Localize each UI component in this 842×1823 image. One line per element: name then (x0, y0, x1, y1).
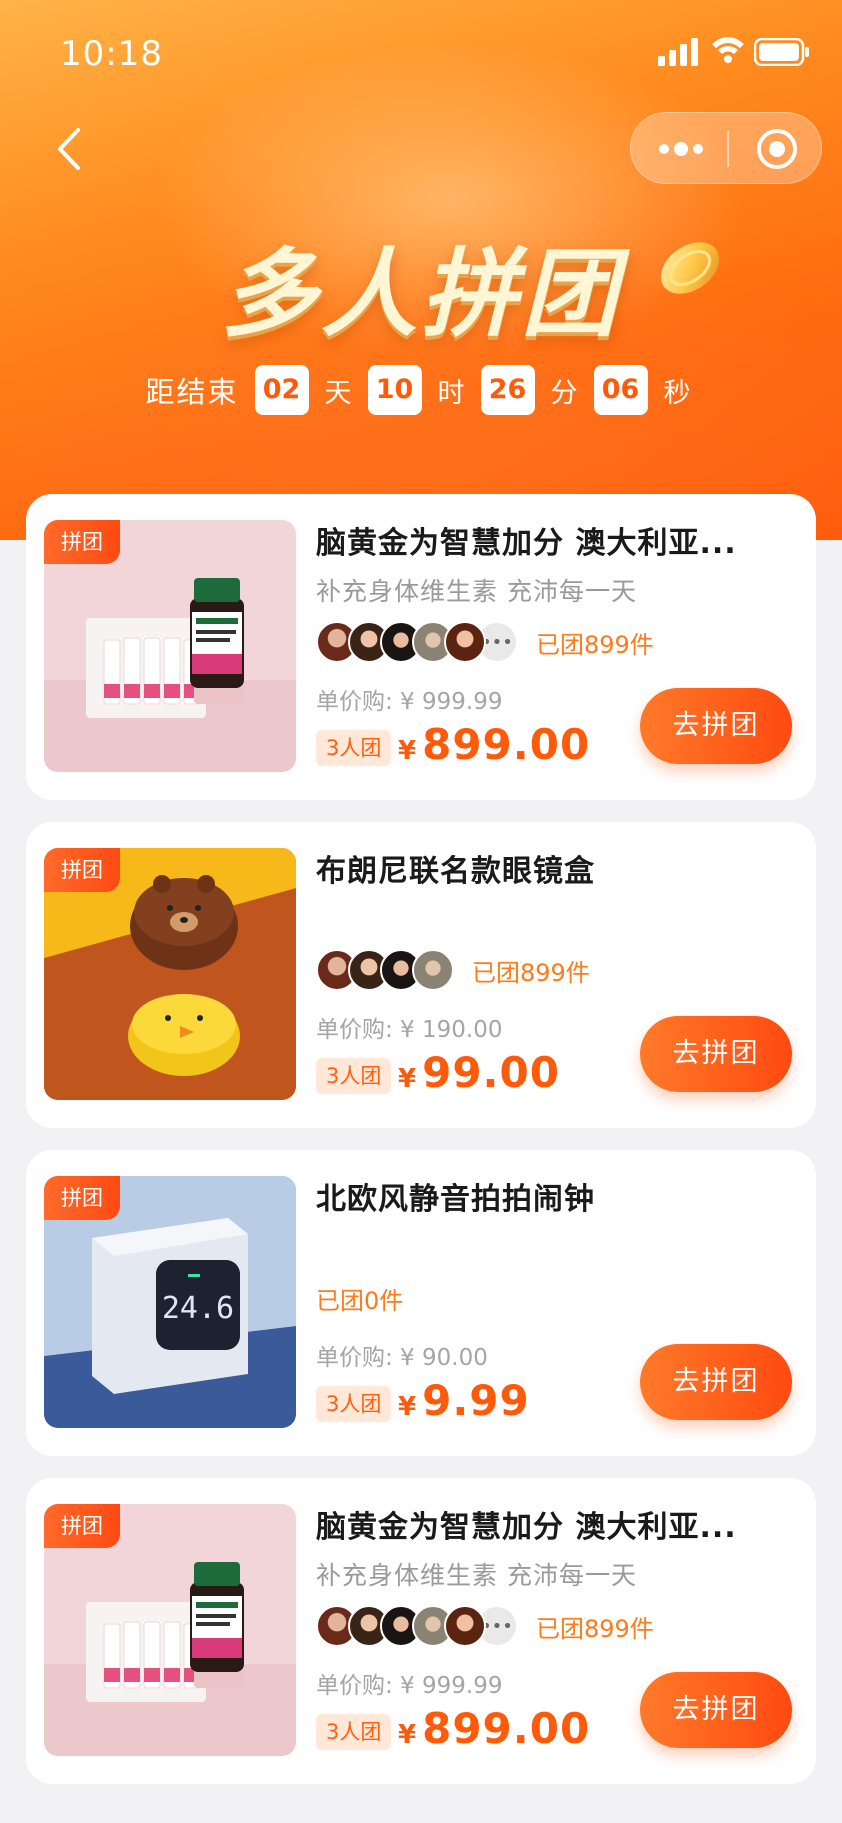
group-tag: 拼团 (44, 1504, 120, 1548)
unit-price: 单价购: ¥ 90.00 (316, 1345, 488, 1371)
clock-display: 24.6 (162, 1291, 234, 1326)
unit-price: 单价购: ¥ 190.00 (316, 1017, 503, 1043)
gold-coin-icon (660, 242, 720, 294)
status-bar: 10:18 (0, 0, 842, 108)
currency-symbol: ¥ (398, 1720, 417, 1750)
back-icon[interactable] (50, 124, 90, 174)
buyer-avatars: 已团899件 (316, 948, 590, 992)
currency-symbol: ¥ (398, 1064, 417, 1094)
product-subtitle: 补充身体维生素 充沛每一天 (316, 1561, 637, 1590)
currency-symbol: ¥ (398, 1392, 417, 1422)
group-price: ¥ 9.99 (398, 1376, 530, 1425)
group-price: ¥ 899.00 (398, 720, 590, 769)
product-title[interactable]: 脑黄金为智慧加分 澳大利亚... (316, 518, 796, 562)
join-group-button[interactable]: 去拼团 (640, 1672, 792, 1748)
page: 10:18 多人拼团 距结束 02 天 10 时 26 分 06 秒 拼团 脑黄… (0, 0, 842, 1823)
buyer-avatar (444, 1605, 486, 1647)
buyer-avatars: 已团0件 (316, 1276, 403, 1320)
product-image-clock[interactable]: 拼团 24.6 (44, 1176, 296, 1428)
join-group-button[interactable]: 去拼团 (640, 1016, 792, 1092)
wifi-icon (712, 37, 744, 63)
price-value: 9.99 (422, 1376, 530, 1425)
product-title[interactable]: 布朗尼联名款眼镜盒 (316, 846, 796, 890)
joined-count: 已团899件 (536, 630, 654, 659)
joined-count: 已团899件 (536, 1614, 654, 1643)
countdown-second-unit: 秒 (663, 377, 691, 409)
join-group-button[interactable]: 去拼团 (640, 688, 792, 764)
countdown-hours: 10 (367, 365, 422, 415)
group-price: ¥ 899.00 (398, 1704, 590, 1753)
status-time: 10:18 (60, 34, 163, 74)
buyer-avatar (444, 621, 486, 663)
countdown-day-unit: 天 (324, 377, 352, 409)
joined-count: 已团0件 (316, 1286, 404, 1315)
countdown-minute-unit: 分 (550, 377, 578, 409)
countdown-label: 距结束 (145, 375, 239, 409)
close-target-icon[interactable] (755, 127, 799, 171)
product-subtitle: 补充身体维生素 充沛每一天 (316, 577, 637, 606)
group-size-badge: 3人团 (316, 730, 392, 766)
product-card[interactable]: 拼团 布朗尼联名款眼镜盒 已团899件 单价购: ¥ 190.00 3人团 ¥ … (26, 822, 816, 1128)
product-card[interactable]: 拼团 24.6 北欧风静音拍拍闹钟 已团0件 单价购: ¥ 90.00 3人团 … (26, 1150, 816, 1456)
currency-symbol: ¥ (398, 736, 417, 766)
product-image-vitamin[interactable]: 拼团 (44, 1504, 296, 1756)
product-card[interactable]: 拼团 脑黄金为智慧加分 澳大利亚... 补充身体维生素 充沛每一天 ••• 已团… (26, 1478, 816, 1784)
countdown-days: 02 (254, 365, 309, 415)
mini-program-capsule (630, 112, 822, 184)
product-title[interactable]: 北欧风静音拍拍闹钟 (316, 1174, 796, 1218)
product-image-glasses-case[interactable]: 拼团 (44, 848, 296, 1100)
group-price: ¥ 99.00 (398, 1048, 560, 1097)
countdown-hour-unit: 时 (437, 377, 465, 409)
product-card[interactable]: 拼团 脑黄金为智慧加分 澳大利亚... 补充身体维生素 充沛每一天 ••• 已团… (26, 494, 816, 800)
group-size-badge: 3人团 (316, 1058, 392, 1094)
countdown-seconds: 06 (593, 365, 648, 415)
group-size-badge: 3人团 (316, 1714, 392, 1750)
countdown: 距结束 02 天 10 时 26 分 06 秒 (0, 362, 842, 418)
signal-icon (658, 38, 698, 66)
buyer-avatars: ••• 已团899件 (316, 620, 654, 664)
group-tag: 拼团 (44, 1176, 120, 1220)
group-size-badge: 3人团 (316, 1386, 392, 1422)
join-group-button[interactable]: 去拼团 (640, 1344, 792, 1420)
price-value: 899.00 (422, 1704, 591, 1753)
group-tag: 拼团 (44, 520, 120, 564)
more-icon[interactable] (657, 135, 705, 163)
unit-price: 单价购: ¥ 999.99 (316, 1673, 503, 1699)
battery-icon (754, 38, 809, 66)
unit-price: 单价购: ¥ 999.99 (316, 689, 503, 715)
joined-count: 已团899件 (472, 958, 590, 987)
price-value: 899.00 (422, 720, 591, 769)
group-tag: 拼团 (44, 848, 120, 892)
buyer-avatars: ••• 已团899件 (316, 1604, 654, 1648)
buyer-avatar (412, 949, 454, 991)
header-banner: 10:18 多人拼团 距结束 02 天 10 时 26 分 06 秒 (0, 0, 842, 540)
price-value: 99.00 (422, 1048, 560, 1097)
product-title[interactable]: 脑黄金为智慧加分 澳大利亚... (316, 1502, 796, 1546)
product-image-vitamin[interactable]: 拼团 (44, 520, 296, 772)
countdown-minutes: 26 (480, 365, 535, 415)
